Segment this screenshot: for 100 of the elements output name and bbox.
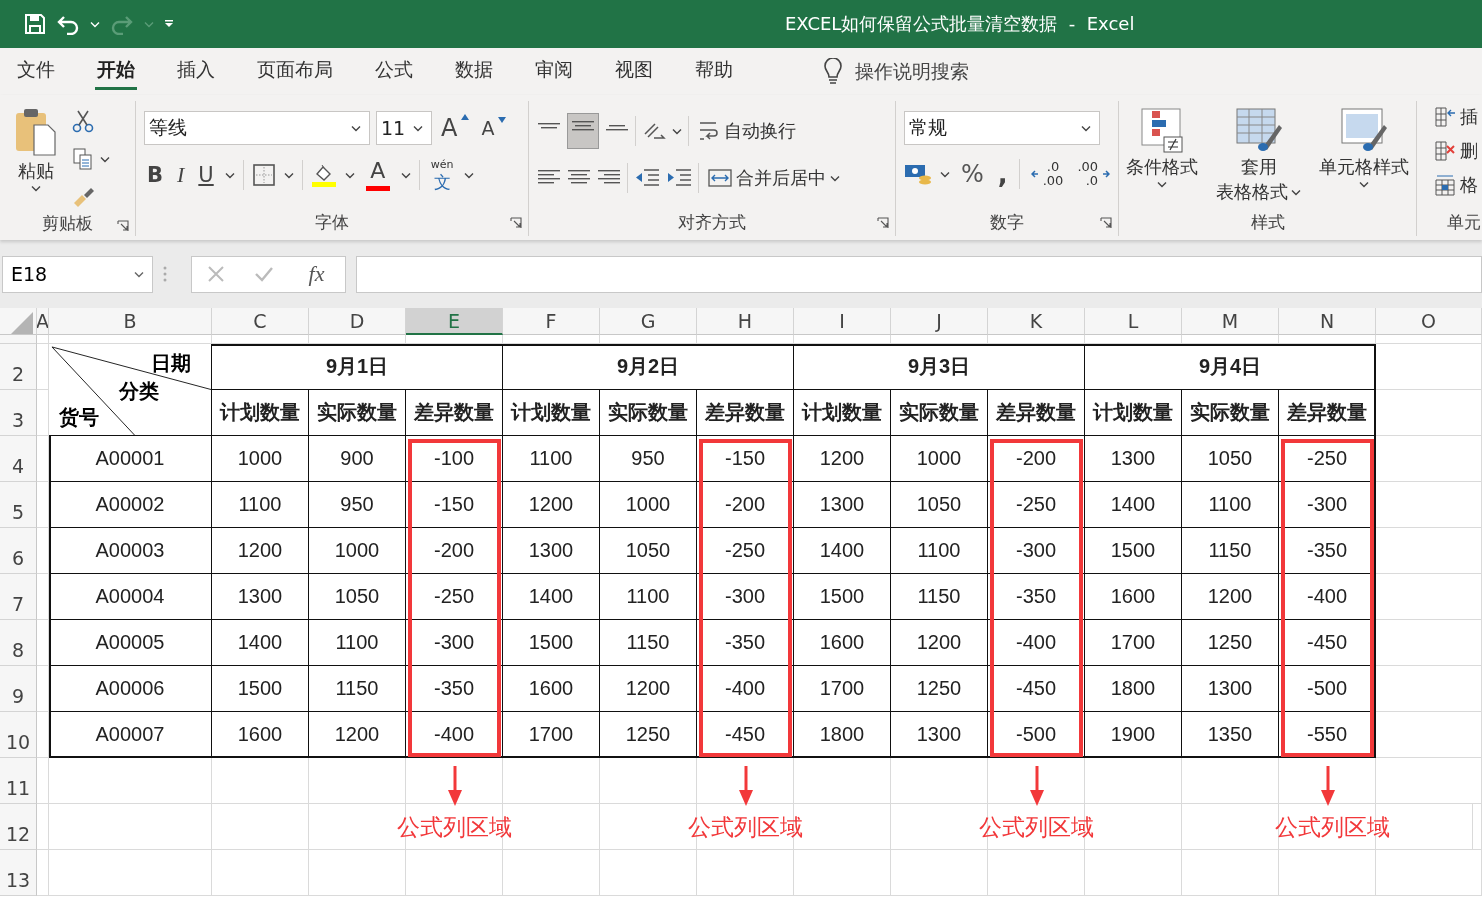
sheet-cell[interactable]: [503, 335, 600, 344]
currency-icon[interactable]: [904, 162, 932, 186]
italic-button[interactable]: I: [174, 160, 188, 190]
decrease-indent-icon[interactable]: [634, 167, 660, 189]
sheet-cell[interactable]: [891, 850, 988, 896]
sheet-cell[interactable]: [988, 850, 1085, 896]
copy-icon[interactable]: [72, 147, 94, 171]
sheet-cell[interactable]: [697, 850, 794, 896]
sheet-cell[interactable]: [1279, 335, 1376, 344]
row-header[interactable]: 5: [0, 482, 37, 528]
formula-input[interactable]: [356, 255, 1482, 293]
sheet-cell[interactable]: [37, 758, 49, 804]
sheet-cell[interactable]: [37, 528, 49, 574]
font-size-field[interactable]: 11: [376, 111, 432, 145]
undo-icon[interactable]: [56, 13, 80, 35]
column-header[interactable]: F: [503, 308, 600, 335]
sheet-cell[interactable]: [988, 335, 1085, 344]
sheet-cell[interactable]: [1376, 574, 1482, 620]
orientation-icon[interactable]: [642, 120, 666, 142]
sheet-cell[interactable]: [1376, 528, 1482, 574]
lightbulb-icon[interactable]: [823, 57, 843, 86]
sheet-cell[interactable]: [794, 850, 891, 896]
sheet-cell[interactable]: [600, 335, 697, 344]
dialog-launcher-icon[interactable]: [1100, 217, 1112, 229]
sheet-cell[interactable]: [697, 335, 794, 344]
menu-tab[interactable]: 帮助: [693, 53, 735, 90]
scissors-icon[interactable]: [72, 109, 94, 133]
sheet-cell[interactable]: [49, 850, 212, 896]
font-color-button[interactable]: A: [362, 157, 393, 193]
column-header[interactable]: K: [988, 308, 1085, 335]
sheet-cell[interactable]: [1376, 335, 1482, 344]
column-header[interactable]: C: [212, 308, 309, 335]
sheet-cell[interactable]: [1279, 850, 1376, 896]
row-header[interactable]: 10: [0, 712, 37, 758]
sheet-cell[interactable]: [406, 335, 503, 344]
column-header[interactable]: D: [309, 308, 406, 335]
tell-me-search[interactable]: 操作说明搜索: [855, 58, 969, 85]
row-header[interactable]: 4: [0, 436, 37, 482]
column-header[interactable]: M: [1182, 308, 1279, 335]
column-header[interactable]: E: [406, 308, 503, 335]
sheet-cell[interactable]: [212, 804, 309, 850]
cancel-icon[interactable]: [206, 265, 225, 283]
column-header[interactable]: I: [794, 308, 891, 335]
decrease-decimal-button[interactable]: .00 .0: [1074, 158, 1114, 190]
column-header[interactable]: J: [891, 308, 988, 335]
row-header[interactable]: 13: [0, 850, 37, 896]
underline-button[interactable]: U: [195, 161, 217, 189]
sheet-cell[interactable]: [309, 758, 406, 804]
sheet-cell[interactable]: [891, 758, 988, 804]
dialog-launcher-icon[interactable]: [510, 217, 522, 229]
menu-tab[interactable]: 视图: [613, 53, 655, 90]
column-header[interactable]: B: [49, 308, 212, 335]
column-header[interactable]: H: [697, 308, 794, 335]
sheet-cell[interactable]: [406, 850, 503, 896]
sheet-cell[interactable]: [891, 335, 988, 344]
select-all-icon[interactable]: [11, 312, 33, 334]
shrink-font-button[interactable]: A: [478, 115, 510, 141]
sheet-cell[interactable]: [1376, 482, 1482, 528]
sheet-cell[interactable]: [1376, 390, 1482, 436]
sheet-cell[interactable]: [37, 804, 49, 850]
menu-tab[interactable]: 公式: [373, 53, 415, 90]
row-header[interactable]: 9: [0, 666, 37, 712]
cell-styles-button[interactable]: 单元格样式: [1313, 105, 1415, 190]
wrap-text-button[interactable]: 自动换行: [695, 117, 799, 145]
column-header[interactable]: G: [600, 308, 697, 335]
name-box[interactable]: E18: [2, 255, 153, 293]
column-header[interactable]: O: [1376, 308, 1482, 335]
merge-center-button[interactable]: 合并后居中: [705, 164, 843, 192]
format-as-table-button[interactable]: 套用 表格格式: [1210, 105, 1307, 206]
font-name-field[interactable]: 等线: [144, 111, 370, 145]
sheet-cell[interactable]: [1182, 804, 1482, 850]
sheet-cell[interactable]: [37, 436, 49, 482]
sheet-cell[interactable]: [1376, 850, 1482, 896]
insert-function-button[interactable]: fx: [302, 260, 331, 288]
sheet-cell[interactable]: [37, 620, 49, 666]
menu-tab[interactable]: 开始: [95, 53, 137, 90]
sheet-cell[interactable]: [600, 850, 697, 896]
column-header[interactable]: L: [1085, 308, 1182, 335]
sheet-cell[interactable]: [1376, 620, 1482, 666]
fill-color-icon[interactable]: [310, 162, 337, 188]
conditional-format-button[interactable]: 条件格式: [1120, 105, 1204, 190]
sheet-cell[interactable]: [503, 850, 600, 896]
sheet-cell[interactable]: [503, 758, 600, 804]
percent-button[interactable]: %: [958, 158, 987, 190]
check-icon[interactable]: [253, 265, 274, 283]
sheet-cell[interactable]: [1085, 758, 1182, 804]
sheet-cell[interactable]: [37, 482, 49, 528]
row-header[interactable]: 2: [0, 344, 37, 390]
bold-button[interactable]: B: [144, 161, 166, 189]
sheet-cell[interactable]: [1376, 344, 1482, 390]
border-icon[interactable]: [251, 163, 276, 187]
comma-style-button[interactable]: ,: [994, 157, 1011, 191]
format-cells-button[interactable]: 格: [1431, 171, 1481, 199]
sheet-cell[interactable]: [1182, 335, 1279, 344]
number-format-field[interactable]: 常规: [904, 111, 1100, 145]
menu-tab[interactable]: 插入: [175, 53, 217, 90]
sheet-cell[interactable]: [49, 758, 212, 804]
sheet-cell[interactable]: [600, 758, 697, 804]
row-header[interactable]: [0, 335, 37, 344]
sheet-cell[interactable]: [309, 804, 600, 850]
